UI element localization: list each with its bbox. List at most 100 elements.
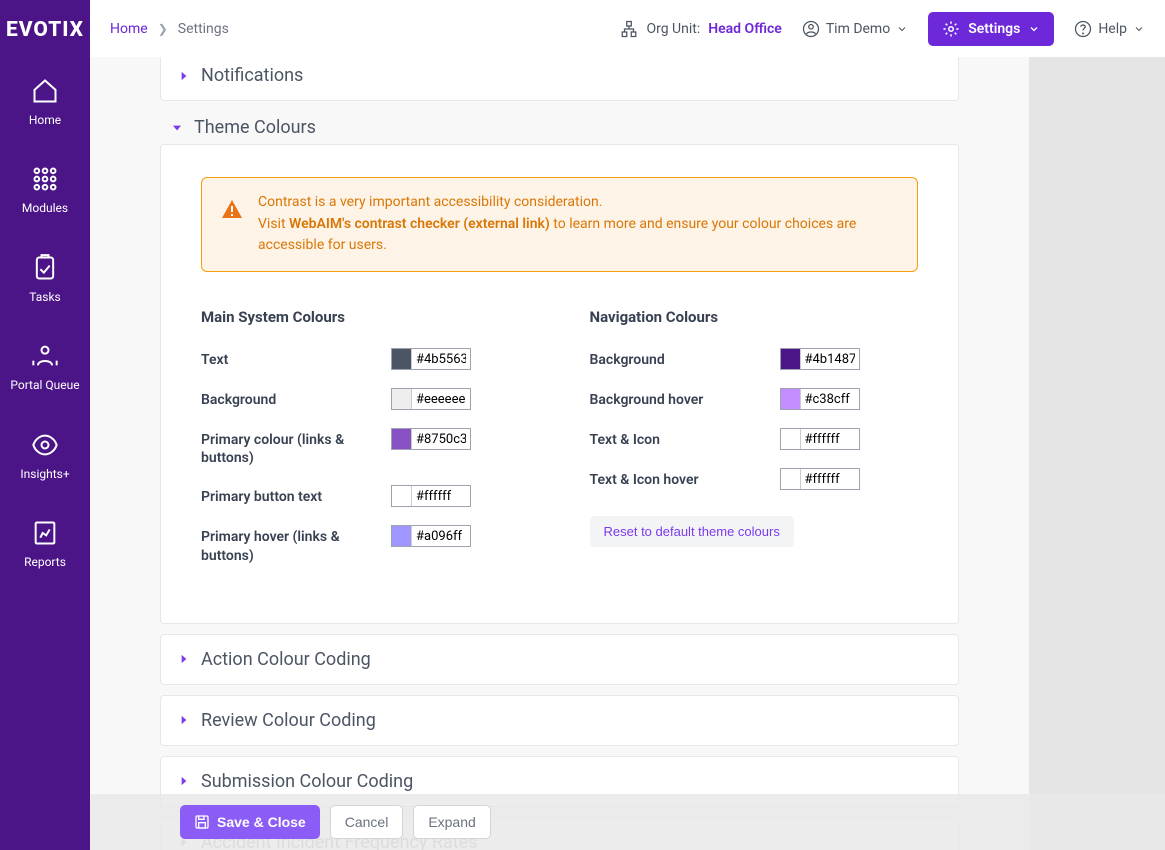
- color-value[interactable]: [412, 429, 470, 449]
- chevron-down-icon: [1028, 23, 1040, 35]
- panel-theme-colours-body: Contrast is a very important accessibili…: [160, 144, 959, 624]
- sidebar: EVOTIX Home Modules Tasks Portal Queue I…: [0, 0, 90, 850]
- org-icon: [620, 20, 638, 38]
- cancel-button[interactable]: Cancel: [330, 805, 404, 839]
- swatch: [392, 486, 412, 506]
- color-input-nav-bg[interactable]: [780, 348, 860, 370]
- panel-notifications[interactable]: Notifications: [160, 57, 959, 101]
- field-label: Text: [201, 348, 391, 369]
- swatch: [781, 469, 801, 489]
- help-icon: [1074, 20, 1092, 38]
- chevron-right-icon: [177, 652, 191, 666]
- save-close-label: Save & Close: [217, 814, 306, 830]
- org-unit-value: Head Office: [708, 21, 782, 37]
- sidebar-item-label: Home: [29, 113, 61, 127]
- color-value[interactable]: [801, 389, 859, 409]
- user-name: Tim Demo: [826, 21, 890, 37]
- sidebar-item-modules[interactable]: Modules: [22, 165, 68, 215]
- insights-icon: [31, 431, 59, 459]
- help-menu[interactable]: Help: [1074, 20, 1145, 38]
- sidebar-item-label: Insights+: [20, 467, 69, 481]
- chevron-right-icon: [177, 774, 191, 788]
- field-label: Primary colour (links & buttons): [201, 428, 391, 467]
- alert-line1: Contrast is a very important accessibili…: [258, 192, 899, 214]
- tasks-icon: [31, 254, 59, 282]
- sidebar-item-reports[interactable]: Reports: [24, 519, 66, 569]
- color-value[interactable]: [412, 486, 470, 506]
- reset-theme-button[interactable]: Reset to default theme colours: [590, 516, 794, 547]
- color-input-nav-text-icon-hover[interactable]: [780, 468, 860, 490]
- expand-button[interactable]: Expand: [413, 805, 490, 839]
- home-icon: [31, 77, 59, 105]
- panel-action-colour-coding[interactable]: Action Colour Coding: [160, 634, 959, 685]
- color-input-primary-hover[interactable]: [391, 525, 471, 547]
- color-input-primary[interactable]: [391, 428, 471, 450]
- panel-title: Theme Colours: [194, 117, 316, 138]
- chevron-down-icon: [1133, 23, 1145, 35]
- chevron-right-icon: ❯: [158, 22, 168, 36]
- color-value[interactable]: [801, 429, 859, 449]
- panel-theme-colours-header[interactable]: Theme Colours: [160, 117, 959, 138]
- content: Notifications Theme Colours Contrast is …: [90, 57, 1029, 850]
- portal-queue-icon: [31, 342, 59, 370]
- field-label: Background: [590, 348, 780, 369]
- sidebar-item-tasks[interactable]: Tasks: [29, 254, 61, 304]
- warning-icon: [220, 198, 244, 222]
- color-value[interactable]: [801, 349, 859, 369]
- gear-icon: [942, 20, 960, 38]
- org-unit-label: Org Unit:: [646, 21, 700, 37]
- sidebar-item-portal-queue[interactable]: Portal Queue: [10, 342, 79, 392]
- color-value[interactable]: [412, 389, 470, 409]
- footer-bar: Save & Close Cancel Expand: [90, 794, 1165, 850]
- swatch: [392, 389, 412, 409]
- alert-link[interactable]: WebAIM's contrast checker (external link…: [289, 216, 550, 232]
- modules-icon: [31, 165, 59, 193]
- panel-title: Submission Colour Coding: [201, 771, 413, 792]
- save-close-button[interactable]: Save & Close: [180, 805, 320, 839]
- color-value[interactable]: [801, 469, 859, 489]
- color-input-background[interactable]: [391, 388, 471, 410]
- panel-title: Notifications: [201, 65, 303, 86]
- user-icon: [802, 20, 820, 38]
- field-label: Background hover: [590, 388, 780, 409]
- reports-icon: [31, 519, 59, 547]
- settings-button-label: Settings: [968, 21, 1020, 37]
- swatch: [392, 349, 412, 369]
- save-icon: [194, 814, 210, 830]
- sidebar-item-label: Portal Queue: [10, 378, 79, 392]
- color-input-text[interactable]: [391, 348, 471, 370]
- swatch: [392, 429, 412, 449]
- swatch: [781, 349, 801, 369]
- field-label: Primary hover (links & buttons): [201, 525, 391, 564]
- breadcrumb-home[interactable]: Home: [110, 21, 148, 37]
- sidebar-item-label: Tasks: [29, 290, 61, 304]
- color-value[interactable]: [412, 349, 470, 369]
- user-menu[interactable]: Tim Demo: [802, 20, 908, 38]
- panel-title: Review Colour Coding: [201, 710, 376, 731]
- breadcrumb: Home ❯ Settings: [110, 21, 229, 37]
- section-heading: Main System Colours: [201, 308, 530, 326]
- section-heading: Navigation Colours: [590, 308, 919, 326]
- sidebar-item-insights[interactable]: Insights+: [20, 431, 69, 481]
- field-label: Text & Icon: [590, 428, 780, 449]
- sidebar-item-home[interactable]: Home: [29, 77, 61, 127]
- sidebar-item-label: Reports: [24, 555, 66, 569]
- contrast-alert: Contrast is a very important accessibili…: [201, 177, 918, 272]
- color-input-primary-button-text[interactable]: [391, 485, 471, 507]
- org-unit[interactable]: Org Unit: Head Office: [620, 20, 781, 38]
- color-value[interactable]: [412, 526, 470, 546]
- field-label: Text & Icon hover: [590, 468, 780, 489]
- logo: EVOTIX: [6, 18, 84, 42]
- swatch: [781, 389, 801, 409]
- chevron-down-icon: [170, 121, 184, 135]
- swatch: [781, 429, 801, 449]
- panel-review-colour-coding[interactable]: Review Colour Coding: [160, 695, 959, 746]
- field-label: Primary button text: [201, 485, 391, 506]
- topbar-right: Org Unit: Head Office Tim Demo Settings …: [620, 12, 1145, 46]
- color-input-nav-bg-hover[interactable]: [780, 388, 860, 410]
- color-input-nav-text-icon[interactable]: [780, 428, 860, 450]
- settings-button[interactable]: Settings: [928, 12, 1054, 46]
- panel-title: Action Colour Coding: [201, 649, 371, 670]
- chevron-right-icon: [177, 69, 191, 83]
- chevron-right-icon: [177, 713, 191, 727]
